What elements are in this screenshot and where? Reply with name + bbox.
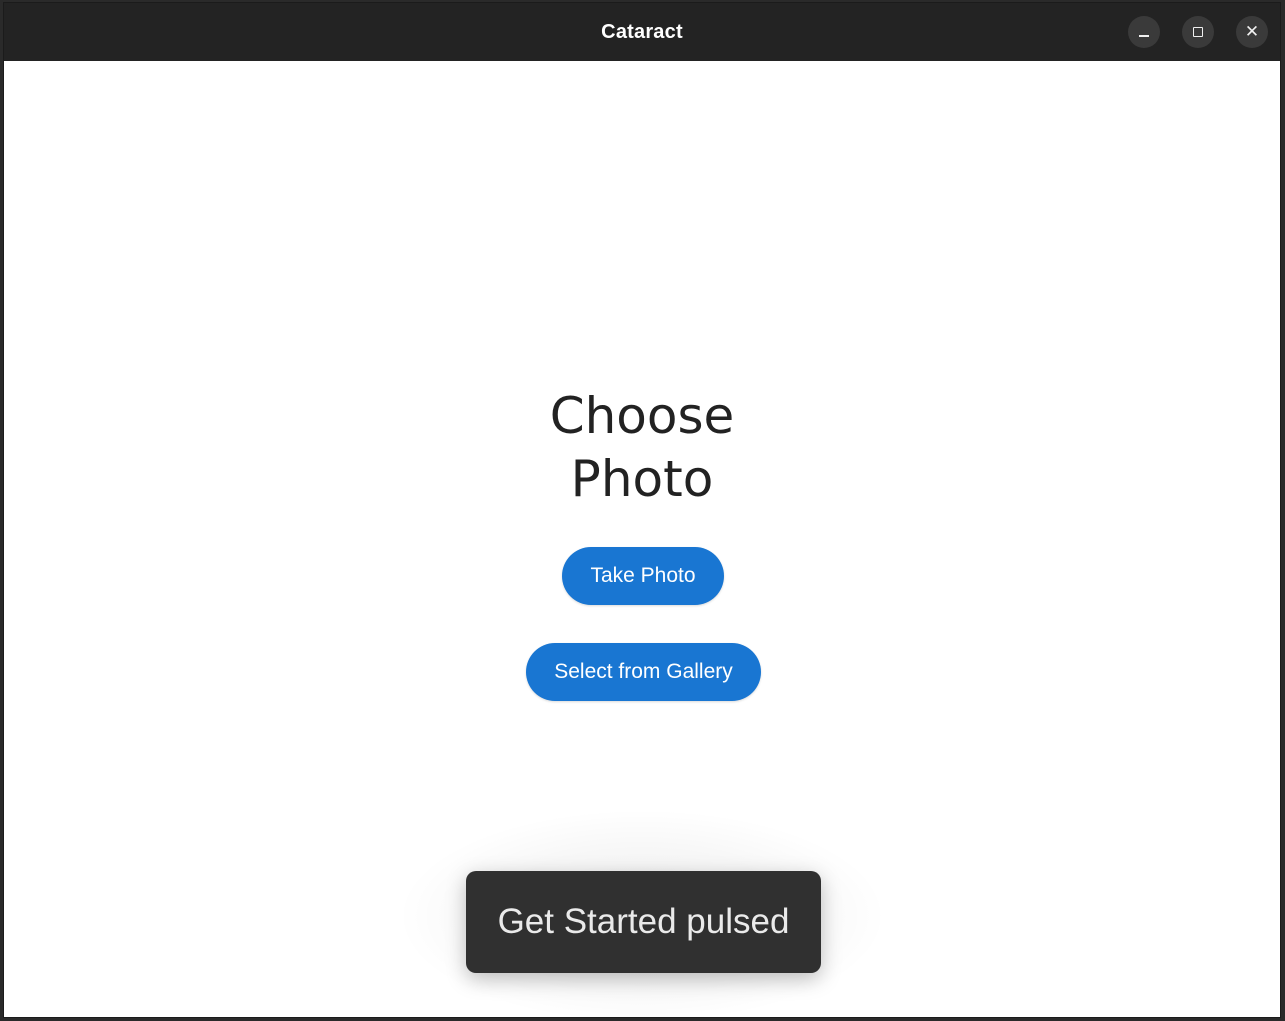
page-title-line-1: Choose: [549, 387, 735, 445]
select-from-gallery-button[interactable]: Select from Gallery: [526, 643, 761, 701]
toast-message: Get Started pulsed: [466, 871, 821, 973]
page-title-line-2: Photo: [570, 450, 714, 508]
main-content: Choose Photo Take Photo Select from Gall…: [4, 61, 1280, 1017]
page-title: Choose Photo: [4, 385, 1280, 511]
maximize-icon: [1193, 27, 1203, 37]
close-icon: ✕: [1244, 22, 1260, 42]
take-photo-button[interactable]: Take Photo: [562, 547, 724, 605]
close-button[interactable]: ✕: [1236, 16, 1268, 48]
minimize-icon: [1139, 35, 1149, 37]
window-title: Cataract: [601, 21, 683, 43]
app-window: Cataract ✕ Choose Photo Take Photo Selec…: [3, 2, 1281, 1018]
minimize-button[interactable]: [1128, 16, 1160, 48]
maximize-button[interactable]: [1182, 16, 1214, 48]
title-bar[interactable]: Cataract ✕: [4, 3, 1280, 61]
